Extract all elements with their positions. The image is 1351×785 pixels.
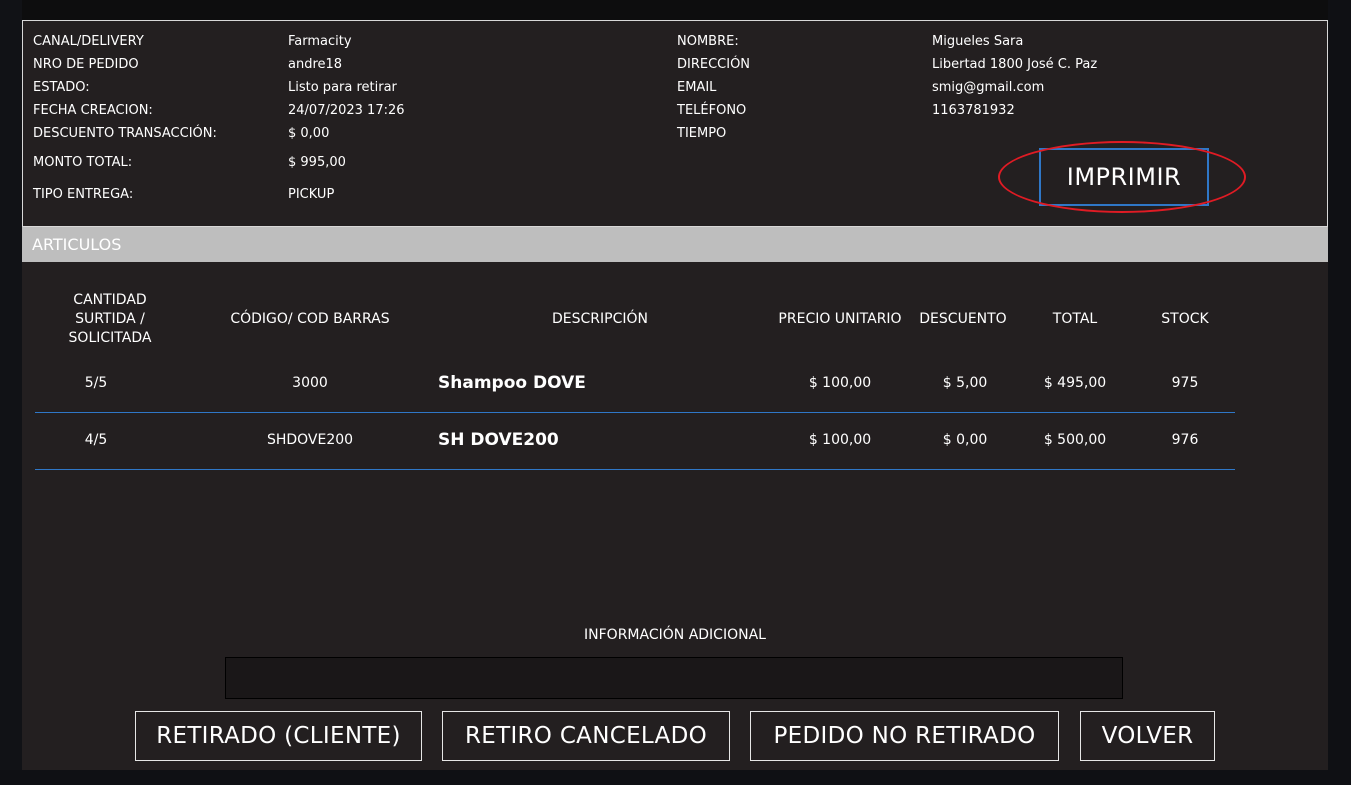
retirado-cliente-button[interactable]: RETIRADO (CLIENTE) bbox=[135, 711, 422, 761]
header-descripcion: DESCRIPCIÓN bbox=[552, 311, 648, 327]
label-fecha: FECHA CREACION: bbox=[33, 103, 153, 118]
cell-stock: 975 bbox=[1171, 375, 1199, 391]
cell-descuento: $ 5,00 bbox=[942, 375, 988, 391]
label-nombre: NOMBRE: bbox=[677, 34, 739, 49]
background-app-bottom bbox=[0, 770, 1351, 785]
row-divider bbox=[35, 412, 1235, 413]
label-email: EMAIL bbox=[677, 80, 717, 95]
cell-codigo: SHDOVE200 bbox=[266, 432, 354, 448]
label-estado: ESTADO: bbox=[33, 80, 90, 95]
order-info-panel: CANAL/DELIVERY Farmacity NRO DE PEDIDO a… bbox=[22, 20, 1328, 227]
label-tipo-entrega: TIPO ENTREGA: bbox=[33, 187, 134, 202]
cell-descuento: $ 0,00 bbox=[942, 432, 988, 448]
row-divider bbox=[35, 469, 1235, 470]
cell-total: $ 495,00 bbox=[1043, 375, 1107, 391]
print-button[interactable]: IMPRIMIR bbox=[1039, 148, 1209, 206]
pedido-no-retirado-button[interactable]: PEDIDO NO RETIRADO bbox=[750, 711, 1059, 761]
header-cantidad: CANTIDAD SURTIDA / SOLICITADA bbox=[68, 292, 152, 346]
value-telefono: 1163781932 bbox=[932, 103, 1015, 118]
value-email: smig@gmail.com bbox=[932, 80, 1045, 95]
cell-descripcion: SH DOVE200 bbox=[438, 430, 559, 450]
label-canal: CANAL/DELIVERY bbox=[33, 34, 144, 49]
cell-precio: $ 100,00 bbox=[808, 375, 872, 391]
cell-stock: 976 bbox=[1171, 432, 1199, 448]
value-nro-pedido: andre18 bbox=[288, 57, 343, 72]
label-tiempo: TIEMPO bbox=[677, 126, 727, 141]
header-descuento: DESCUENTO bbox=[919, 311, 1007, 327]
value-canal: Farmacity bbox=[288, 34, 352, 49]
value-estado: Listo para retirar bbox=[288, 80, 397, 95]
header-codigo: CÓDIGO/ COD BARRAS bbox=[230, 311, 390, 327]
cell-precio: $ 100,00 bbox=[808, 432, 872, 448]
cell-cantidad: 5/5 bbox=[84, 375, 108, 391]
header-stock: STOCK bbox=[1161, 311, 1209, 327]
cell-cantidad: 4/5 bbox=[84, 432, 108, 448]
volver-button[interactable]: VOLVER bbox=[1080, 711, 1215, 761]
background-app-right bbox=[1328, 0, 1351, 785]
order-detail-modal: CANAL/DELIVERY Farmacity NRO DE PEDIDO a… bbox=[22, 20, 1328, 770]
label-direccion: DIRECCIÓN bbox=[677, 57, 751, 72]
label-descuento: DESCUENTO TRANSACCIÓN: bbox=[33, 126, 217, 141]
value-fecha: 24/07/2023 17:26 bbox=[288, 103, 405, 118]
cell-total: $ 500,00 bbox=[1043, 432, 1107, 448]
articles-section-header: ARTICULOS bbox=[22, 227, 1328, 262]
value-direccion: Libertad 1800 José C. Paz bbox=[932, 57, 1098, 72]
cell-descripcion: Shampoo DOVE bbox=[438, 373, 586, 393]
additional-info-field[interactable] bbox=[225, 657, 1123, 699]
additional-info-label: INFORMACIÓN ADICIONAL bbox=[584, 627, 766, 643]
value-nombre: Migueles Sara bbox=[932, 34, 1024, 49]
label-telefono: TELÉFONO bbox=[677, 103, 747, 118]
retiro-cancelado-button[interactable]: RETIRO CANCELADO bbox=[442, 711, 730, 761]
cell-codigo: 3000 bbox=[292, 375, 328, 391]
value-descuento: $ 0,00 bbox=[288, 126, 330, 141]
value-tipo-entrega: PICKUP bbox=[288, 187, 335, 202]
background-app-left bbox=[0, 0, 22, 785]
articles-title: ARTICULOS bbox=[32, 235, 122, 254]
header-precio: PRECIO UNITARIO bbox=[778, 311, 902, 327]
header-total: TOTAL bbox=[1052, 311, 1098, 327]
label-nro-pedido: NRO DE PEDIDO bbox=[33, 57, 139, 72]
value-monto-total: $ 995,00 bbox=[288, 155, 346, 170]
label-monto-total: MONTO TOTAL: bbox=[33, 155, 133, 170]
